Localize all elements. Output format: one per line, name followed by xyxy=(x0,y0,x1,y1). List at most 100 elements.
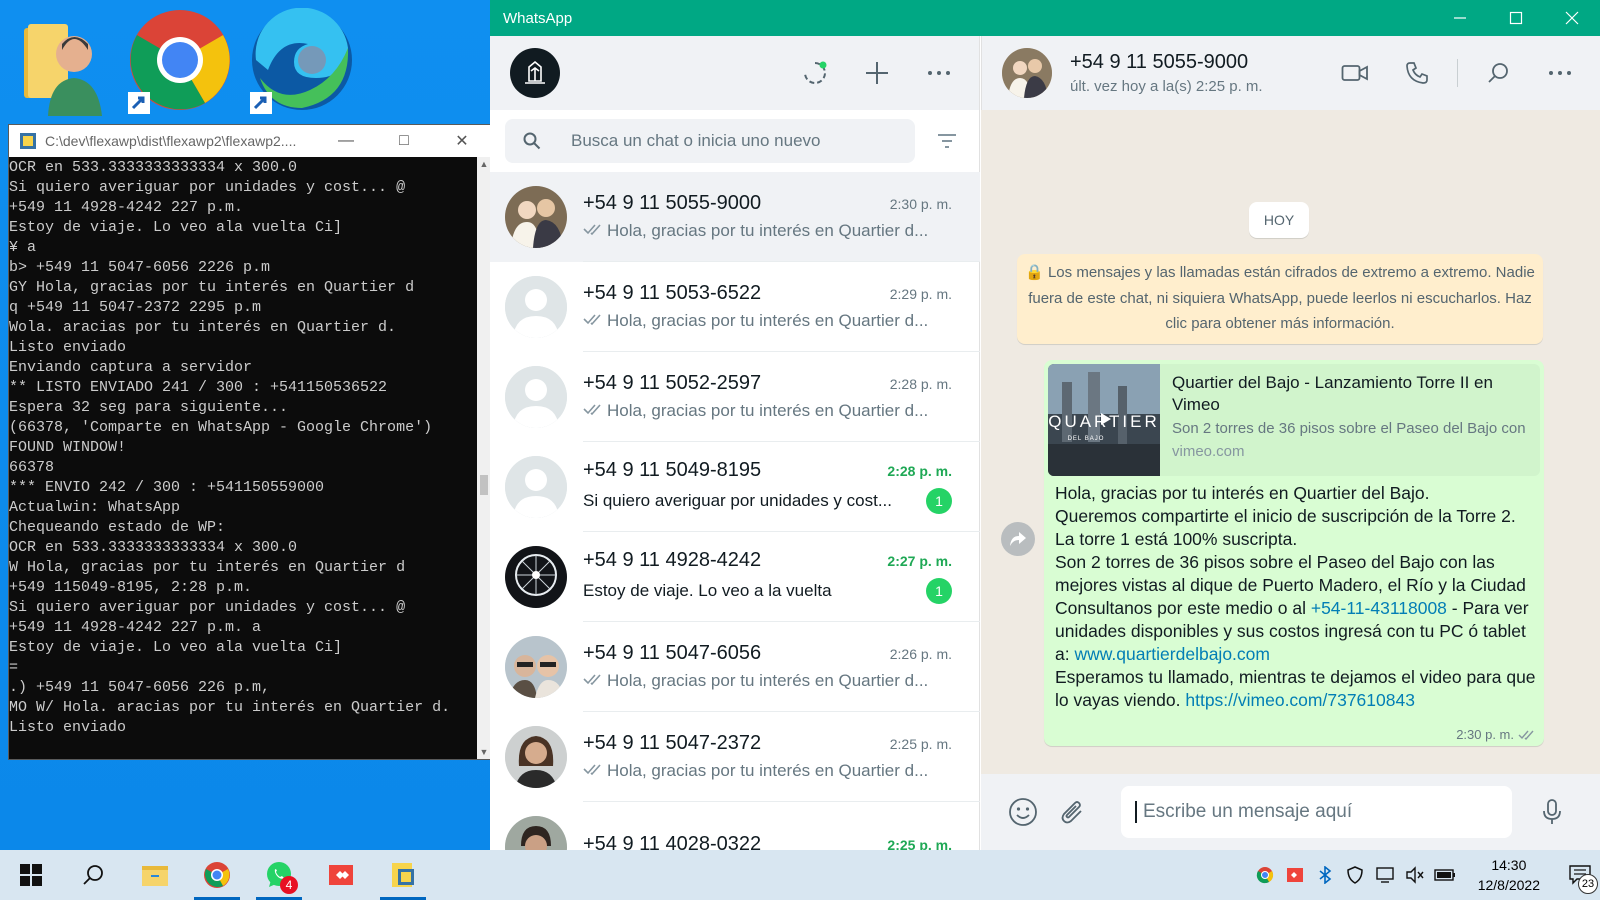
close-button[interactable] xyxy=(1544,0,1600,36)
link-preview-domain: vimeo.com xyxy=(1172,443,1245,460)
search-input[interactable] xyxy=(571,131,891,151)
taskbar-search-button[interactable] xyxy=(62,850,124,900)
search-conversation-button[interactable] xyxy=(1476,51,1520,95)
chat-list-item[interactable]: +54 9 11 5047-2372 2:25 p. m. Hola, gracia… xyxy=(490,712,980,802)
console-line: GY Hola, gracias por tu interés en Quart… xyxy=(9,279,415,296)
double-check-icon xyxy=(583,672,603,691)
double-check-icon xyxy=(583,402,603,421)
double-check-icon xyxy=(583,222,603,241)
scroll-up-arrow[interactable]: ▲ xyxy=(477,157,491,171)
scroll-down-arrow[interactable]: ▼ xyxy=(477,745,491,759)
voice-call-button[interactable] xyxy=(1395,51,1439,95)
chat-avatar[interactable] xyxy=(505,636,567,698)
chat-name: +54 9 11 5047-6056 xyxy=(583,642,762,664)
console-line: q +549 11 5047-2372 2295 p.m xyxy=(9,299,262,316)
phone-link[interactable]: +54-11-43118008 xyxy=(1311,598,1447,618)
minimize-button[interactable] xyxy=(1432,0,1488,36)
filter-button[interactable] xyxy=(929,123,965,159)
voice-message-button[interactable] xyxy=(1532,792,1572,832)
chrome-tray-icon[interactable] xyxy=(1250,850,1280,900)
chat-list-item[interactable]: +54 9 11 5049-8195 2:28 p. m. Si quiero av… xyxy=(490,442,980,532)
chat-avatar[interactable] xyxy=(505,726,567,788)
chat-list-item[interactable]: +54 9 11 5047-6056 2:26 p. m. Hola, gracia… xyxy=(490,622,980,712)
filter-icon xyxy=(938,134,956,148)
console-line: (66378, 'Comparte en WhatsApp - Google C… xyxy=(9,419,433,436)
video-link[interactable]: https://vimeo.com/737610843 xyxy=(1185,690,1415,710)
network-tray-icon[interactable] xyxy=(1370,850,1400,900)
chat-avatar[interactable] xyxy=(505,456,567,518)
status-button[interactable] xyxy=(795,53,835,93)
notification-center-button[interactable]: 23 xyxy=(1560,850,1600,900)
console-scrollbar[interactable]: ▲ ▼ xyxy=(477,157,491,759)
taskbar-clock[interactable]: 14:30 12/8/2022 xyxy=(1478,855,1540,895)
profile-avatar[interactable] xyxy=(510,48,560,98)
paperclip-icon xyxy=(1061,801,1082,824)
emoji-button[interactable] xyxy=(1003,792,1043,832)
volume-tray-icon[interactable] xyxy=(1400,850,1430,900)
encryption-notice[interactable]: 🔒 Los mensajes y las llamadas están cifr… xyxy=(1017,254,1543,344)
message-text: Hola, gracias por tu interés en Quartier… xyxy=(1055,482,1537,712)
console-window[interactable]: C:\dev\flexawp\dist\flexawp2\flexawp2...… xyxy=(8,124,492,760)
chrome-icon xyxy=(204,862,230,888)
message-line: La torre 1 está 100% suscripta. xyxy=(1055,529,1298,549)
shield-icon xyxy=(1346,866,1363,884)
outgoing-message[interactable]: QUARTIER DEL BAJO Quartier del Bajo - La… xyxy=(1044,360,1544,746)
chat-list[interactable]: +54 9 11 5055-9000 2:30 p. m. Hola, gracia… xyxy=(490,172,980,850)
chat-list-item[interactable]: +54 9 11 5053-6522 2:29 p. m. Hola, gracia… xyxy=(490,262,980,352)
conversation-header[interactable]: +54 9 11 5055-9000 últ. vez hoy a la(s) … xyxy=(981,36,1600,110)
anydesk-tray-icon[interactable] xyxy=(1280,850,1310,900)
chrome-shortcut-icon[interactable] xyxy=(128,8,232,116)
lock-icon: 🔒 xyxy=(1025,264,1044,281)
console-line: OCR en 533.3333333333334 x 300.0 xyxy=(9,159,298,176)
smiley-icon xyxy=(1009,798,1037,826)
chat-avatar[interactable] xyxy=(505,546,567,608)
close-button[interactable]: ✕ xyxy=(433,125,491,157)
whatsapp-titlebar[interactable]: WhatsApp xyxy=(490,0,1600,36)
conversation-panel: +54 9 11 5055-9000 últ. vez hoy a la(s) … xyxy=(981,36,1600,850)
link-preview[interactable]: QUARTIER DEL BAJO Quartier del Bajo - La… xyxy=(1048,364,1540,476)
python-icon xyxy=(392,863,414,887)
conversation-menu-button[interactable] xyxy=(1538,51,1582,95)
console-title: C:\dev\flexawp\dist\flexawp2\flexawp2...… xyxy=(45,133,297,149)
start-button[interactable] xyxy=(0,850,62,900)
chat-avatar[interactable] xyxy=(505,816,567,850)
maximize-button[interactable] xyxy=(1488,0,1544,36)
search-box[interactable] xyxy=(505,119,915,163)
scroll-thumb[interactable] xyxy=(480,475,488,495)
chat-list-item[interactable]: +54 9 11 5055-9000 2:30 p. m. Hola, gracia… xyxy=(490,172,980,262)
video-call-button[interactable] xyxy=(1333,51,1377,95)
message-input-box[interactable] xyxy=(1121,786,1512,838)
search-icon xyxy=(1488,63,1508,83)
chat-avatar[interactable] xyxy=(505,186,567,248)
security-tray-icon[interactable] xyxy=(1340,850,1370,900)
file-explorer-button[interactable] xyxy=(124,850,186,900)
thumbnail-subtitle: DEL BAJO xyxy=(1068,436,1105,442)
message-input[interactable] xyxy=(1135,801,1512,823)
chat-list-item[interactable]: +54 9 11 5052-2597 2:28 p. m. Hola, gracia… xyxy=(490,352,980,442)
new-chat-button[interactable] xyxy=(857,53,897,93)
chrome-icon xyxy=(1256,867,1273,884)
whatsapp-taskbar-button[interactable]: 4 xyxy=(248,850,310,900)
chat-avatar[interactable] xyxy=(505,276,567,338)
python-taskbar-button[interactable] xyxy=(372,850,434,900)
chrome-taskbar-button[interactable] xyxy=(186,850,248,900)
chat-preview: Si quiero averiguar por unidades y cost.… xyxy=(583,491,893,510)
user-folder-icon[interactable] xyxy=(10,8,114,116)
message-area[interactable]: HOY 🔒 Los mensajes y las llamadas están … xyxy=(981,110,1600,774)
contact-avatar[interactable] xyxy=(1002,48,1052,98)
edge-shortcut-icon[interactable] xyxy=(250,7,354,116)
anydesk-taskbar-button[interactable] xyxy=(310,850,372,900)
bluetooth-tray-icon[interactable] xyxy=(1310,850,1340,900)
battery-tray-icon[interactable] xyxy=(1430,850,1460,900)
maximize-button[interactable]: □ xyxy=(375,125,433,157)
chat-list-item[interactable]: +54 9 11 4928-4242 2:27 p. m. Estoy de via… xyxy=(490,532,980,622)
forward-button[interactable] xyxy=(1001,522,1035,556)
console-titlebar[interactable]: C:\dev\flexawp\dist\flexawp2\flexawp2...… xyxy=(9,125,491,157)
minimize-button[interactable]: — xyxy=(317,125,375,157)
chat-list-item[interactable]: +54 9 11 4028-0322 2:25 p. m. xyxy=(490,802,980,850)
website-link[interactable]: www.quartierdelbajo.com xyxy=(1074,644,1270,664)
console-line: Si quiero averiguar por unidades y cost.… xyxy=(9,179,406,196)
chat-avatar[interactable] xyxy=(505,366,567,428)
menu-button[interactable] xyxy=(919,53,959,93)
attach-button[interactable] xyxy=(1053,792,1093,832)
